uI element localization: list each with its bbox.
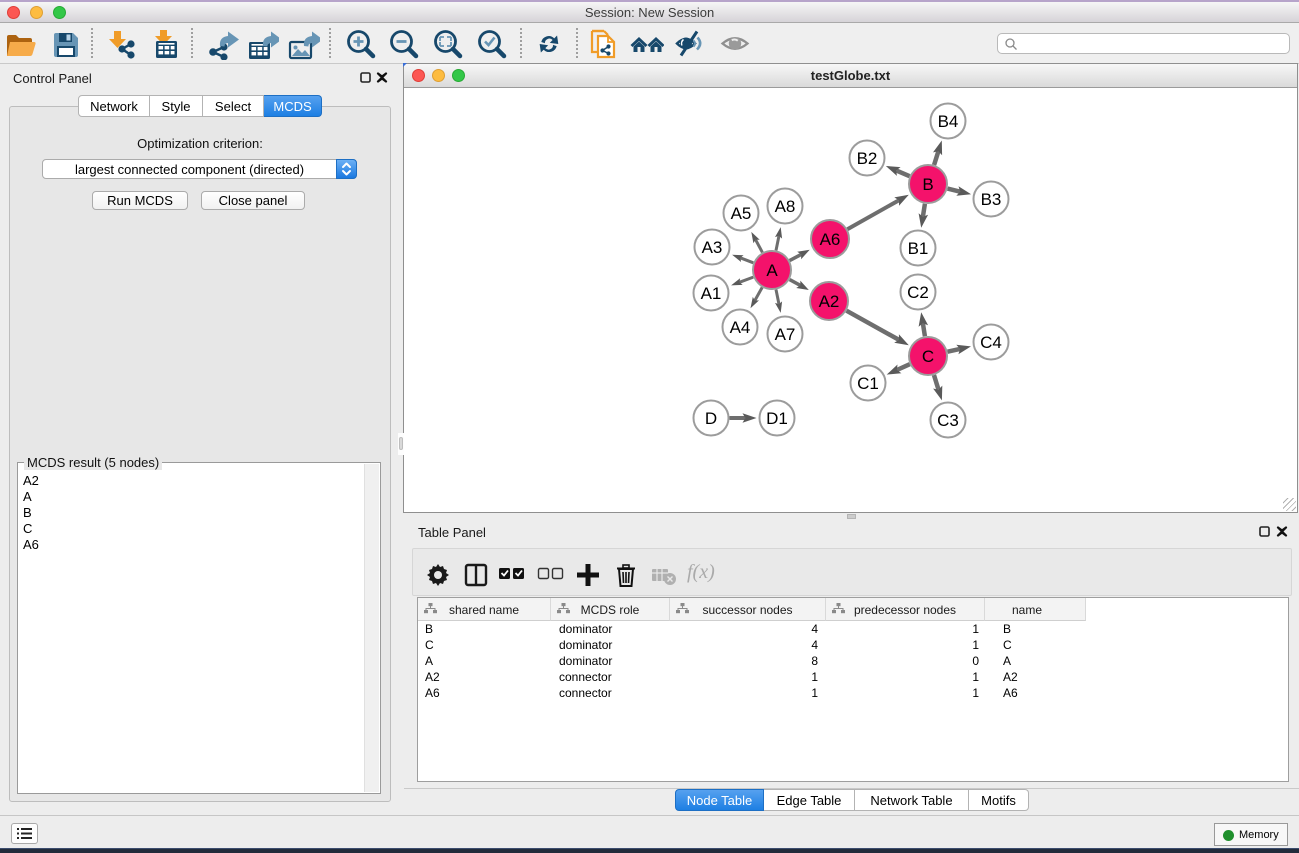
- svg-text:A7: A7: [775, 325, 796, 344]
- svg-text:B1: B1: [908, 239, 929, 258]
- svg-text:B3: B3: [981, 190, 1002, 209]
- svg-text:B4: B4: [938, 112, 959, 131]
- svg-text:C2: C2: [907, 283, 929, 302]
- svg-text:C: C: [922, 347, 934, 366]
- svg-text:C1: C1: [857, 374, 879, 393]
- svg-text:A3: A3: [702, 238, 723, 257]
- svg-text:A2: A2: [819, 292, 840, 311]
- svg-text:A5: A5: [731, 204, 752, 223]
- svg-text:B2: B2: [857, 149, 878, 168]
- svg-text:A: A: [766, 261, 778, 280]
- svg-text:B: B: [922, 175, 933, 194]
- svg-text:C4: C4: [980, 333, 1002, 352]
- svg-text:A8: A8: [775, 197, 796, 216]
- svg-text:A6: A6: [820, 230, 841, 249]
- svg-text:D: D: [705, 409, 717, 428]
- svg-text:A1: A1: [701, 284, 722, 303]
- svg-text:C3: C3: [937, 411, 959, 430]
- svg-text:D1: D1: [766, 409, 788, 428]
- svg-text:A4: A4: [730, 318, 751, 337]
